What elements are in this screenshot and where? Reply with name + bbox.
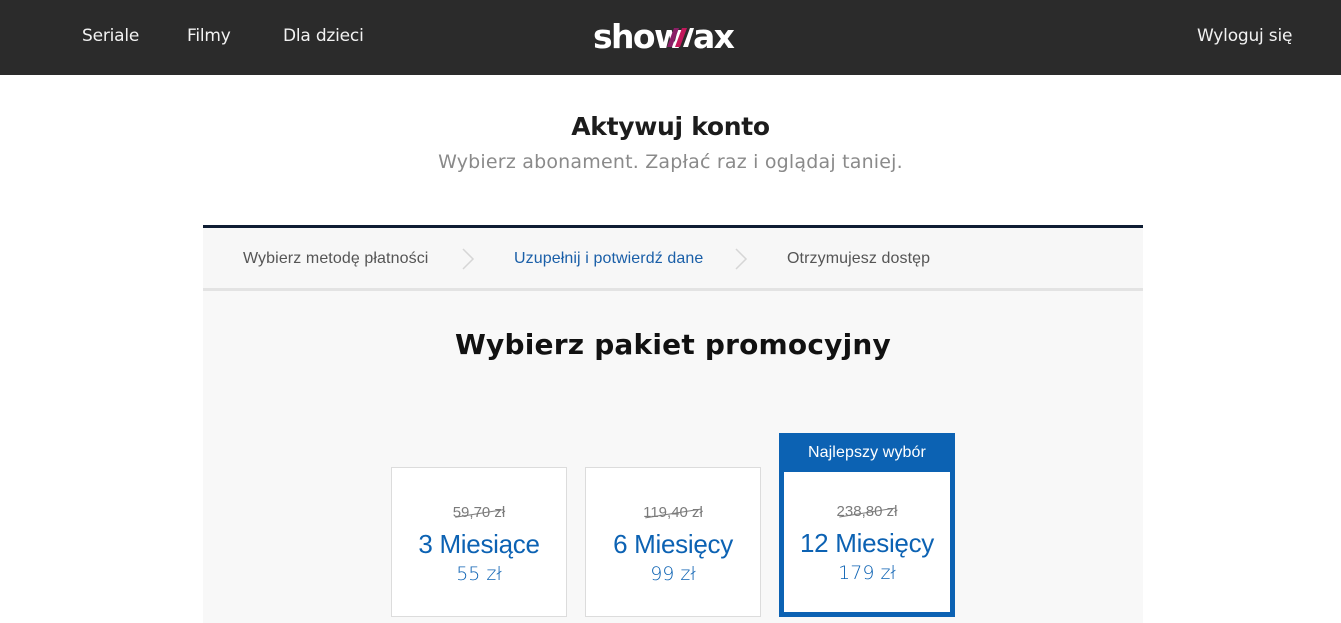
svg-text:show: show: [593, 18, 684, 54]
old-price: 119,40 zł: [643, 504, 703, 521]
subscription-card: Wybierz metodę płatności Uzupełnij i pot…: [203, 225, 1143, 623]
page-subtitle: Wybierz abonament. Zapłać raz i oglądaj …: [438, 151, 903, 173]
step-confirm-details: Uzupełnij i potwierdź dane: [514, 250, 704, 267]
plan-price: 179 zł: [838, 562, 896, 584]
checkout-steps: Wybierz metodę płatności Uzupełnij i pot…: [203, 228, 1143, 291]
chevron-right-icon: [735, 248, 748, 270]
showmax-wordmark: show ax: [593, 17, 736, 56]
plan-price: 99 zł: [650, 563, 696, 585]
plan-card-3-months[interactable]: 59,70 zł 3 Miesiące 55 zł: [391, 467, 567, 617]
section-title: Wybierz pakiet promocyjny: [454, 328, 892, 361]
plan-price: 55 zł: [456, 563, 502, 585]
nav-link-dla-dzieci[interactable]: Dla dzieci: [283, 26, 364, 46]
plan-card-6-months[interactable]: 119,40 zł 6 Miesięcy 99 zł: [585, 467, 761, 617]
best-choice-badge: Najlepszy wybór: [779, 433, 955, 472]
old-price: 238,80 zł: [836, 503, 898, 520]
plan-name: 3 Miesiące: [418, 529, 540, 559]
page-title: Aktywuj konto: [571, 112, 770, 141]
step-payment-method: Wybierz metodę płatności: [243, 250, 429, 267]
svg-text:ax: ax: [693, 18, 735, 54]
nav-link-seriale[interactable]: Seriale: [82, 26, 139, 46]
logout-link[interactable]: Wyloguj się: [1197, 26, 1292, 46]
showmax-logo[interactable]: show ax: [593, 17, 755, 56]
plan-card-12-months[interactable]: Najlepszy wybór 238,80 zł 12 Miesięcy 17…: [779, 433, 955, 617]
chevron-right-icon: [462, 248, 475, 270]
nav-link-filmy[interactable]: Filmy: [187, 26, 231, 46]
top-navigation-bar: Seriale Filmy Dla dzieci show ax Wyloguj…: [0, 0, 1341, 75]
plan-name: 12 Miesięcy: [800, 528, 934, 558]
plan-name: 6 Miesięcy: [613, 529, 733, 559]
old-price: 59,70 zł: [452, 504, 506, 521]
step-get-access: Otrzymujesz dostęp: [787, 250, 931, 267]
